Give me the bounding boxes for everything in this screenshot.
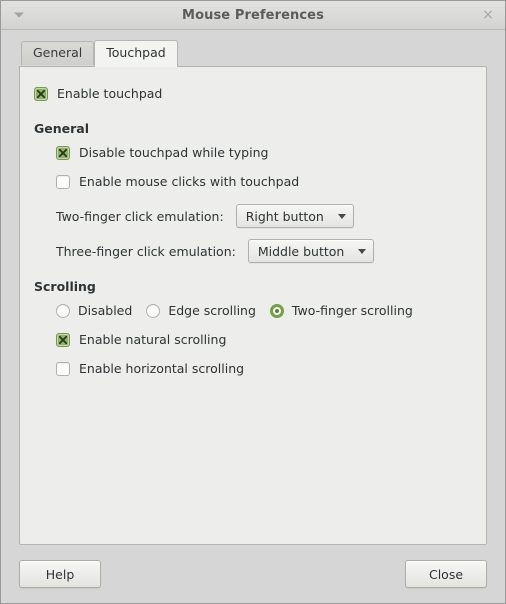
window-menu-icon[interactable] xyxy=(14,12,24,18)
two-finger-emulation-value: Right button xyxy=(245,208,324,224)
two-finger-scrolling-label: Two-finger scrolling xyxy=(291,303,413,318)
dialog-body: General Touchpad Enable touchpad General… xyxy=(1,30,505,545)
natural-scrolling-row[interactable]: Enable natural scrolling xyxy=(56,329,472,351)
scrolling-disabled-label: Disabled xyxy=(78,303,133,318)
chevron-down-icon xyxy=(337,213,346,219)
edge-scrolling-label: Edge scrolling xyxy=(168,303,256,318)
disable-touchpad-while-typing-checkbox[interactable] xyxy=(56,146,70,160)
two-finger-emulation-row: Two-finger click emulation: Right button xyxy=(56,204,472,228)
tab-strip: General Touchpad xyxy=(21,40,487,67)
disable-touchpad-while-typing-label: Disable touchpad while typing xyxy=(79,145,269,160)
enable-touchpad-row[interactable]: Enable touchpad xyxy=(34,83,472,105)
horizontal-scrolling-row[interactable]: Enable horizontal scrolling xyxy=(56,358,472,380)
two-finger-scrolling-radio[interactable] xyxy=(269,304,284,318)
mouse-clicks-row[interactable]: Enable mouse clicks with touchpad xyxy=(56,171,472,193)
enable-horizontal-scrolling-checkbox[interactable] xyxy=(56,362,70,376)
touchpad-panel: Enable touchpad General Disable touchpad… xyxy=(19,66,487,545)
scrolling-mode-radio-group: Disabled Edge scrolling Two-finger scrol… xyxy=(56,300,472,322)
edge-scrolling-radio[interactable] xyxy=(146,304,161,318)
three-finger-emulation-row: Three-finger click emulation: Middle but… xyxy=(56,239,472,263)
general-section-heading: General xyxy=(34,121,89,136)
scrolling-section-heading: Scrolling xyxy=(34,279,96,294)
two-finger-scrolling-option[interactable]: Two-finger scrolling xyxy=(269,303,413,319)
three-finger-emulation-dropdown[interactable]: Middle button xyxy=(247,239,375,263)
disable-while-typing-row[interactable]: Disable touchpad while typing xyxy=(56,142,472,164)
help-button[interactable]: Help xyxy=(19,560,101,588)
close-icon[interactable]: × xyxy=(480,7,496,23)
enable-touchpad-label: Enable touchpad xyxy=(57,86,163,101)
enable-mouse-clicks-checkbox[interactable] xyxy=(56,175,70,189)
enable-mouse-clicks-label: Enable mouse clicks with touchpad xyxy=(79,174,300,189)
edge-scrolling-option[interactable]: Edge scrolling xyxy=(146,303,256,319)
close-button[interactable]: Close xyxy=(405,560,487,588)
action-area: Help Close xyxy=(1,545,505,603)
chevron-down-icon xyxy=(358,248,367,254)
enable-horizontal-scrolling-label: Enable horizontal scrolling xyxy=(79,361,245,376)
enable-natural-scrolling-checkbox[interactable] xyxy=(56,333,70,347)
enable-touchpad-checkbox[interactable] xyxy=(34,87,48,101)
tab-general[interactable]: General xyxy=(21,41,95,65)
two-finger-emulation-label: Two-finger click emulation: xyxy=(56,208,224,224)
title-bar: Mouse Preferences × xyxy=(1,1,505,30)
three-finger-emulation-value: Middle button xyxy=(257,243,345,259)
window-title: Mouse Preferences xyxy=(182,7,324,23)
three-finger-emulation-label: Three-finger click emulation: xyxy=(56,243,236,259)
mouse-preferences-window: Mouse Preferences × General Touchpad Ena… xyxy=(0,0,506,604)
enable-natural-scrolling-label: Enable natural scrolling xyxy=(79,332,227,347)
two-finger-emulation-dropdown[interactable]: Right button xyxy=(235,204,354,228)
scrolling-disabled-option[interactable]: Disabled xyxy=(56,303,132,319)
scrolling-disabled-radio[interactable] xyxy=(56,304,70,318)
tab-touchpad[interactable]: Touchpad xyxy=(94,40,178,67)
